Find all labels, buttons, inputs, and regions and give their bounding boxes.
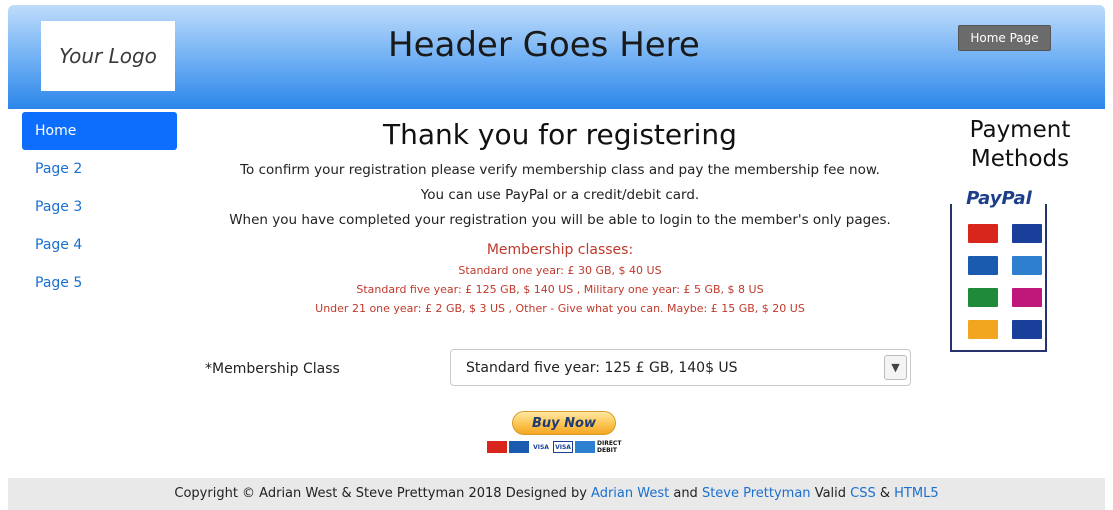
- switch-icon: [1012, 288, 1042, 307]
- page-footer: Copyright © Adrian West & Steve Prettyma…: [8, 478, 1105, 510]
- payment-methods-title-line: Payment: [969, 117, 1071, 143]
- delta-icon: [968, 320, 998, 339]
- sidebar-item-page-4[interactable]: Page 4: [22, 226, 177, 264]
- page-title: Thank you for registering: [383, 118, 737, 151]
- membership-class-label: *Membership Class: [205, 361, 340, 377]
- paypal-logo: PayPal: [956, 188, 1042, 210]
- visa-electron-icon: [1012, 320, 1042, 339]
- footer-link-adrian-west[interactable]: Adrian West: [591, 486, 669, 501]
- membership-class-line: Standard one year: £ 30 GB, $ 40 US: [458, 264, 662, 277]
- visa-icon: VISA: [553, 441, 573, 453]
- main-content: Thank you for registering To confirm you…: [200, 112, 920, 316]
- sidebar-item-page-2[interactable]: Page 2: [22, 150, 177, 188]
- chevron-down-icon[interactable]: ▼: [884, 355, 907, 380]
- instruction-text: To confirm your registration please veri…: [240, 162, 880, 178]
- footer-link-html5[interactable]: HTML5: [894, 486, 938, 501]
- sidebar-item-page-5[interactable]: Page 5: [22, 264, 177, 302]
- sidebar-item-page-3[interactable]: Page 3: [22, 188, 177, 226]
- footer-link-steve-prettyman[interactable]: Steve Prettyman: [702, 486, 811, 501]
- accepted-cards-strip: VISA VISA DIRECT DEBIT: [487, 440, 625, 454]
- select-value: Standard five year: 125 £ GB, 140$ US: [466, 359, 738, 376]
- sidebar-nav: Home Page 2 Page 3 Page 4 Page 5: [22, 112, 177, 302]
- sidebar-item-home[interactable]: Home: [22, 112, 177, 150]
- amex-icon: [575, 441, 595, 453]
- visa-icon: VISA: [531, 441, 551, 453]
- payment-methods-title: Payment Methods: [950, 116, 1090, 174]
- membership-class-line: Standard five year: £ 125 GB, $ 140 US ,…: [356, 283, 764, 296]
- header-title: Header Goes Here: [388, 25, 700, 65]
- home-page-button[interactable]: Home Page: [958, 25, 1051, 51]
- solo-icon: [968, 288, 998, 307]
- direct-debit-icon: DIRECT DEBIT: [597, 440, 625, 454]
- mastercard-icon: [487, 441, 507, 453]
- logo[interactable]: Your Logo: [41, 21, 175, 91]
- footer-link-css[interactable]: CSS: [850, 486, 876, 501]
- buy-now-button[interactable]: Buy Now: [512, 411, 616, 435]
- footer-text: and: [669, 486, 702, 501]
- membership-class-line: Under 21 one year: £ 2 GB, $ 3 US , Othe…: [315, 302, 805, 315]
- payment-cards-grid: [968, 224, 1042, 339]
- page-header: Your Logo Header Goes Here Home Page: [8, 5, 1105, 109]
- instruction-text: You can use PayPal or a credit/debit car…: [420, 187, 700, 203]
- footer-text: &: [875, 486, 895, 501]
- mastercard-icon: [968, 224, 998, 243]
- footer-text: Valid: [810, 486, 851, 501]
- footer-text: Copyright © Adrian West & Steve Prettyma…: [174, 486, 592, 501]
- amex-icon: [1012, 256, 1042, 275]
- membership-class-select[interactable]: Standard five year: 125 £ GB, 140$ US ▼: [450, 349, 911, 386]
- membership-classes-heading: Membership classes:: [486, 242, 634, 258]
- maestro-icon: [509, 441, 529, 453]
- visa-icon: [1012, 224, 1042, 243]
- maestro-icon: [968, 256, 998, 275]
- payment-methods-title-line: Methods: [970, 146, 1070, 172]
- instruction-text: When you have completed your registratio…: [229, 212, 891, 228]
- logo-text: Your Logo: [59, 44, 157, 68]
